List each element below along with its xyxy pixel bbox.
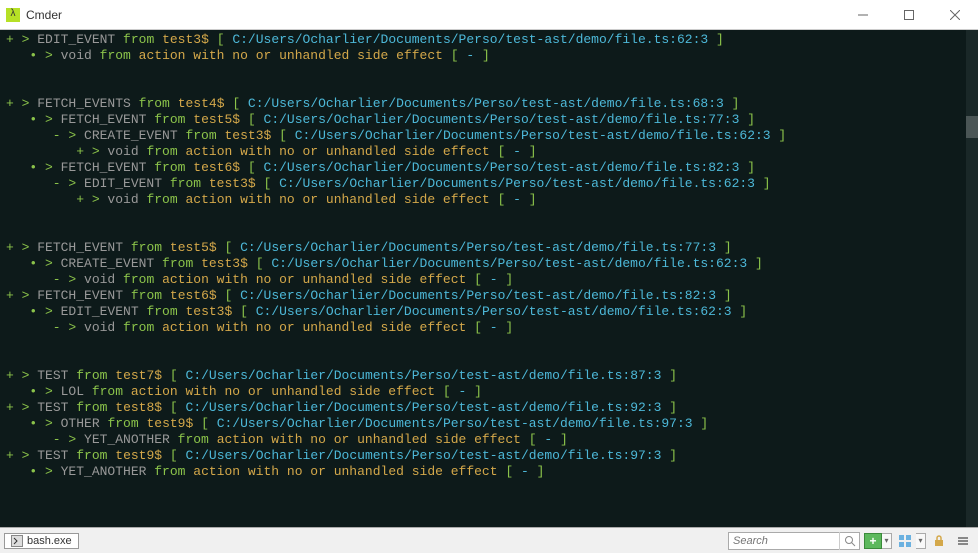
windows-dropdown[interactable]: ▾ bbox=[916, 533, 926, 549]
terminal-line: + > void from action with no or unhandle… bbox=[6, 192, 972, 208]
terminal-line: • > FETCH_EVENT from test5$ [ C:/Users/O… bbox=[6, 112, 972, 128]
terminal-scroll-thumb[interactable] bbox=[966, 116, 978, 138]
chevron-down-icon: ▾ bbox=[884, 536, 888, 545]
window-title: Cmder bbox=[26, 8, 840, 22]
minimize-icon bbox=[858, 10, 868, 20]
terminal-line: + > TEST from test8$ [ C:/Users/Ocharlie… bbox=[6, 400, 972, 416]
console-tab-label: bash.exe bbox=[27, 535, 72, 547]
terminal-line: • > OTHER from test9$ [ C:/Users/Ocharli… bbox=[6, 416, 972, 432]
terminal-line bbox=[6, 224, 972, 240]
terminal-line: • > FETCH_EVENT from test6$ [ C:/Users/O… bbox=[6, 160, 972, 176]
terminal-output[interactable]: + > EDIT_EVENT from test3$ [ C:/Users/Oc… bbox=[0, 30, 978, 527]
maximize-button[interactable] bbox=[886, 0, 932, 30]
search-button[interactable] bbox=[839, 532, 859, 550]
terminal-line: • > void from action with no or unhandle… bbox=[6, 48, 972, 64]
window-controls bbox=[840, 0, 978, 30]
close-button[interactable] bbox=[932, 0, 978, 30]
search-box bbox=[728, 532, 860, 550]
terminal-line: • > LOL from action with no or unhandled… bbox=[6, 384, 972, 400]
terminal-line: - > void from action with no or unhandle… bbox=[6, 272, 972, 288]
titlebar: λ Cmder bbox=[0, 0, 978, 30]
terminal-line: + > void from action with no or unhandle… bbox=[6, 144, 972, 160]
lock-icon bbox=[932, 534, 946, 548]
settings-button[interactable] bbox=[952, 531, 974, 551]
plus-icon: + bbox=[869, 534, 876, 548]
terminal-line: + > FETCH_EVENT from test5$ [ C:/Users/O… bbox=[6, 240, 972, 256]
terminal-line: - > YET_ANOTHER from action with no or u… bbox=[6, 432, 972, 448]
terminal-line: - > CREATE_EVENT from test3$ [ C:/Users/… bbox=[6, 128, 972, 144]
terminal-line: + > EDIT_EVENT from test3$ [ C:/Users/Oc… bbox=[6, 32, 972, 48]
terminal-line: • > EDIT_EVENT from test3$ [ C:/Users/Oc… bbox=[6, 304, 972, 320]
maximize-icon bbox=[904, 10, 914, 20]
terminal-line: - > EDIT_EVENT from test3$ [ C:/Users/Oc… bbox=[6, 176, 972, 192]
windows-toggle-button[interactable] bbox=[894, 531, 916, 551]
search-input[interactable] bbox=[729, 534, 839, 548]
terminal-line bbox=[6, 64, 972, 80]
lock-button[interactable] bbox=[928, 531, 950, 551]
new-console-dropdown[interactable]: ▾ bbox=[882, 533, 892, 549]
console-tab-icon bbox=[11, 535, 23, 547]
terminal-line: + > FETCH_EVENTS from test4$ [ C:/Users/… bbox=[6, 96, 972, 112]
chevron-down-icon: ▾ bbox=[918, 536, 922, 545]
terminal-line bbox=[6, 208, 972, 224]
statusbar: bash.exe + ▾ ▾ bbox=[0, 527, 978, 553]
search-icon bbox=[844, 535, 856, 547]
windows-icon bbox=[898, 534, 912, 548]
console-tab[interactable]: bash.exe bbox=[4, 533, 79, 549]
terminal-line: • > YET_ANOTHER from action with no or u… bbox=[6, 464, 972, 480]
close-icon bbox=[950, 10, 960, 20]
terminal-line: + > TEST from test9$ [ C:/Users/Ocharlie… bbox=[6, 448, 972, 464]
terminal-line bbox=[6, 352, 972, 368]
terminal-scrollbar[interactable] bbox=[966, 30, 978, 527]
minimize-button[interactable] bbox=[840, 0, 886, 30]
hamburger-icon bbox=[956, 534, 970, 548]
terminal-line: + > FETCH_EVENT from test6$ [ C:/Users/O… bbox=[6, 288, 972, 304]
terminal-line bbox=[6, 336, 972, 352]
terminal-line: - > void from action with no or unhandle… bbox=[6, 320, 972, 336]
terminal-line bbox=[6, 80, 972, 96]
app-icon: λ bbox=[6, 8, 20, 22]
new-console-button[interactable]: + bbox=[864, 533, 882, 549]
terminal-line: • > CREATE_EVENT from test3$ [ C:/Users/… bbox=[6, 256, 972, 272]
terminal-line: + > TEST from test7$ [ C:/Users/Ocharlie… bbox=[6, 368, 972, 384]
